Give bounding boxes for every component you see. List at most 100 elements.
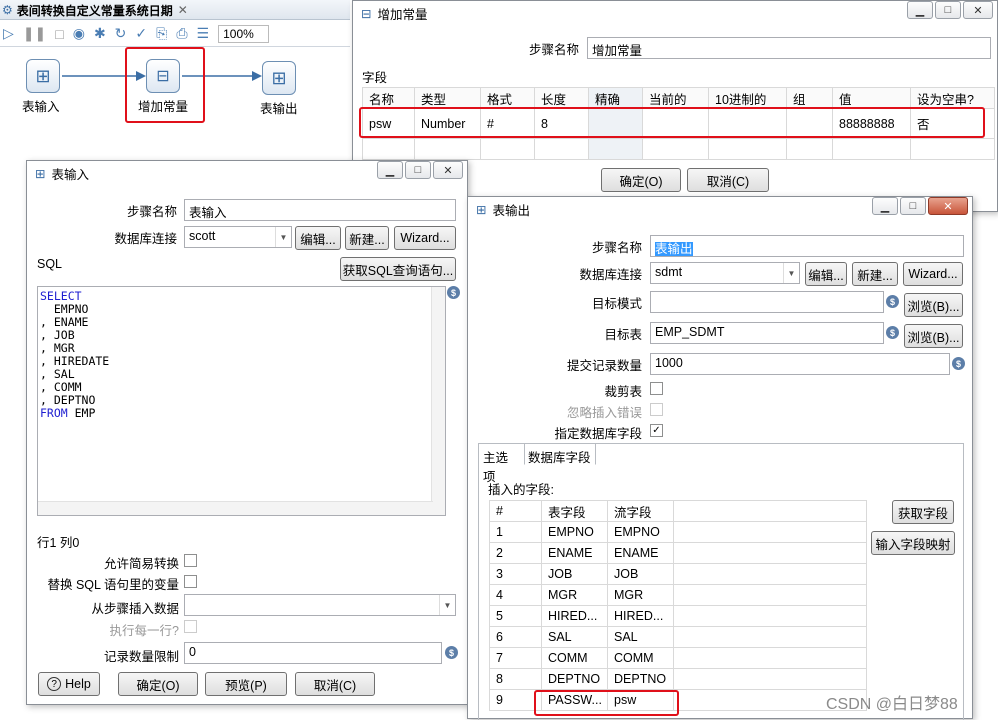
table-row[interactable]: 5 HIRED... HIRED... <box>489 605 867 627</box>
step-name-input[interactable]: 增加常量 <box>587 37 991 59</box>
highlight-constant-row <box>359 107 985 138</box>
col-header[interactable]: 组 <box>786 87 833 109</box>
variable-icon: $ <box>447 286 460 299</box>
minimize-button[interactable]: ▁ <box>872 197 898 215</box>
close-button[interactable]: ✕ <box>928 197 968 215</box>
db-connection-value: sdmt <box>655 265 683 279</box>
help-button[interactable]: ? Help <box>38 672 100 696</box>
col-header[interactable]: 名称 <box>362 87 415 109</box>
highlight-add-constants <box>125 47 205 123</box>
cancel-button[interactable]: 取消(C) <box>295 672 375 696</box>
target-schema-input[interactable] <box>650 291 884 313</box>
table-row[interactable]: 1 EMPNO EMPNO <box>489 521 867 543</box>
db-connection-select[interactable]: scott ▼ <box>184 226 292 248</box>
variable-icon: $ <box>445 646 458 659</box>
limit-label: 记录数量限制 <box>103 650 179 664</box>
sql-line: , ENAME <box>40 315 89 329</box>
truncate-checkbox[interactable] <box>650 382 663 395</box>
table-row[interactable]: 6 SAL SAL <box>489 626 867 648</box>
tab-main-options[interactable]: 主选项 <box>479 445 523 484</box>
get-sql-button[interactable]: 获取SQL查询语句... <box>340 257 456 281</box>
step-name-input[interactable]: 表输入 <box>184 199 456 221</box>
title-bar: ⊟ 增加常量 <box>353 1 997 25</box>
replace-vars-checkbox[interactable] <box>184 575 197 588</box>
highlight-password-row <box>534 690 679 716</box>
col-header[interactable]: # <box>489 500 542 522</box>
sql-editor[interactable]: SELECT EMPNO , ENAME , JOB , MGR , HIRED… <box>37 286 446 516</box>
col-header[interactable]: 流字段 <box>607 500 674 522</box>
col-header[interactable]: 表字段 <box>541 500 608 522</box>
wizard-button[interactable]: Wizard... <box>394 226 456 250</box>
limit-input[interactable]: 0 <box>184 642 442 664</box>
close-button[interactable]: ✕ <box>963 1 993 19</box>
col-header[interactable]: 当前的 <box>642 87 709 109</box>
maximize-button[interactable]: □ <box>900 197 926 215</box>
lazy-conversion-checkbox[interactable] <box>184 554 197 567</box>
maximize-button[interactable]: □ <box>405 161 431 179</box>
wizard-button[interactable]: Wizard... <box>903 262 963 286</box>
table-row[interactable]: 8 DEPTNO DEPTNO <box>489 668 867 690</box>
col-header[interactable]: 格式 <box>480 87 535 109</box>
ok-button[interactable]: 确定(O) <box>118 672 198 696</box>
execute-each-row-checkbox[interactable] <box>184 620 197 633</box>
col-header[interactable]: 值 <box>832 87 911 109</box>
target-schema-label: 目标模式 <box>591 297 642 311</box>
edit-connection-button[interactable]: 编辑... <box>805 262 847 286</box>
variable-icon: $ <box>886 295 899 308</box>
step-name-input[interactable]: 表输出 <box>650 235 964 257</box>
maximize-button[interactable]: □ <box>935 1 961 19</box>
preview-button[interactable]: 预览(P) <box>205 672 287 696</box>
target-table-label: 目标表 <box>604 328 642 342</box>
dialog-icon: ⊟ <box>361 6 372 21</box>
step-name-label: 步骤名称 <box>528 43 579 57</box>
get-fields-button[interactable]: 获取字段 <box>892 500 954 524</box>
ignore-errors-checkbox[interactable] <box>650 403 663 416</box>
execute-each-row-label: 执行每一行? <box>109 624 179 638</box>
dialog-icon: ⊞ <box>35 166 46 181</box>
fields-label: 字段 <box>362 71 388 85</box>
col-header[interactable]: 设为空串? <box>910 87 995 109</box>
col-header[interactable]: 类型 <box>414 87 481 109</box>
watermark: CSDN @白日梦88 <box>826 696 958 713</box>
table-header: # 表字段 流字段 <box>489 500 867 522</box>
tab-database-fields[interactable]: 数据库字段 <box>524 443 596 465</box>
cancel-button[interactable]: 取消(C) <box>687 168 769 192</box>
dialog-title: 表输出 <box>492 203 530 218</box>
close-button[interactable]: ✕ <box>433 161 463 179</box>
new-connection-button[interactable]: 新建... <box>345 226 389 250</box>
horizontal-scrollbar[interactable] <box>38 501 433 515</box>
commit-size-input[interactable]: 1000 <box>650 353 950 375</box>
browse-schema-button[interactable]: 浏览(B)... <box>904 293 963 317</box>
vertical-scrollbar[interactable] <box>431 287 445 515</box>
ok-button[interactable]: 确定(O) <box>601 168 681 192</box>
sql-line: FROM EMP <box>40 406 96 420</box>
minimize-button[interactable]: ▁ <box>377 161 403 179</box>
table-row-empty[interactable] <box>362 138 995 160</box>
browse-table-button[interactable]: 浏览(B)... <box>904 324 963 348</box>
table-output-dialog: ⊞ 表输出 ▁ □ ✕ 步骤名称 表输出 数据库连接 sdmt ▼ 编辑... 新建… <box>467 196 973 720</box>
specify-fields-checkbox[interactable]: ✓ <box>650 424 663 437</box>
table-row[interactable]: 3 JOB JOB <box>489 563 867 585</box>
new-connection-button[interactable]: 新建... <box>852 262 898 286</box>
truncate-label: 裁剪表 <box>604 385 642 399</box>
chevron-down-icon: ▼ <box>439 595 455 615</box>
table-row[interactable]: 4 MGR MGR <box>489 584 867 606</box>
edit-connection-button[interactable]: 编辑... <box>295 226 341 250</box>
table-row[interactable]: 7 COMM COMM <box>489 647 867 669</box>
col-header[interactable]: 精确 <box>588 87 643 109</box>
cursor-position: 行1 列0 <box>37 536 80 550</box>
field-mapping-table[interactable]: # 表字段 流字段 1 EMPNO EMPNO 2 ENAME ENAME 3 JOB JO… <box>489 500 867 711</box>
insert-from-select[interactable]: ▼ <box>184 594 456 616</box>
target-table-input[interactable]: EMP_SDMT <box>650 322 884 344</box>
sql-line: , DEPTNO <box>40 393 96 407</box>
table-row[interactable]: 2 ENAME ENAME <box>489 542 867 564</box>
window-controls: ▁ □ ✕ <box>905 1 993 19</box>
map-fields-button[interactable]: 输入字段映射 <box>871 531 955 555</box>
step-name-label: 步骤名称 <box>126 205 177 219</box>
variable-icon: $ <box>886 326 899 339</box>
dialog-title: 增加常量 <box>377 7 428 22</box>
col-header[interactable]: 10进制的 <box>708 87 787 109</box>
col-header[interactable]: 长度 <box>534 87 589 109</box>
db-connection-select[interactable]: sdmt ▼ <box>650 262 800 284</box>
minimize-button[interactable]: ▁ <box>907 1 933 19</box>
